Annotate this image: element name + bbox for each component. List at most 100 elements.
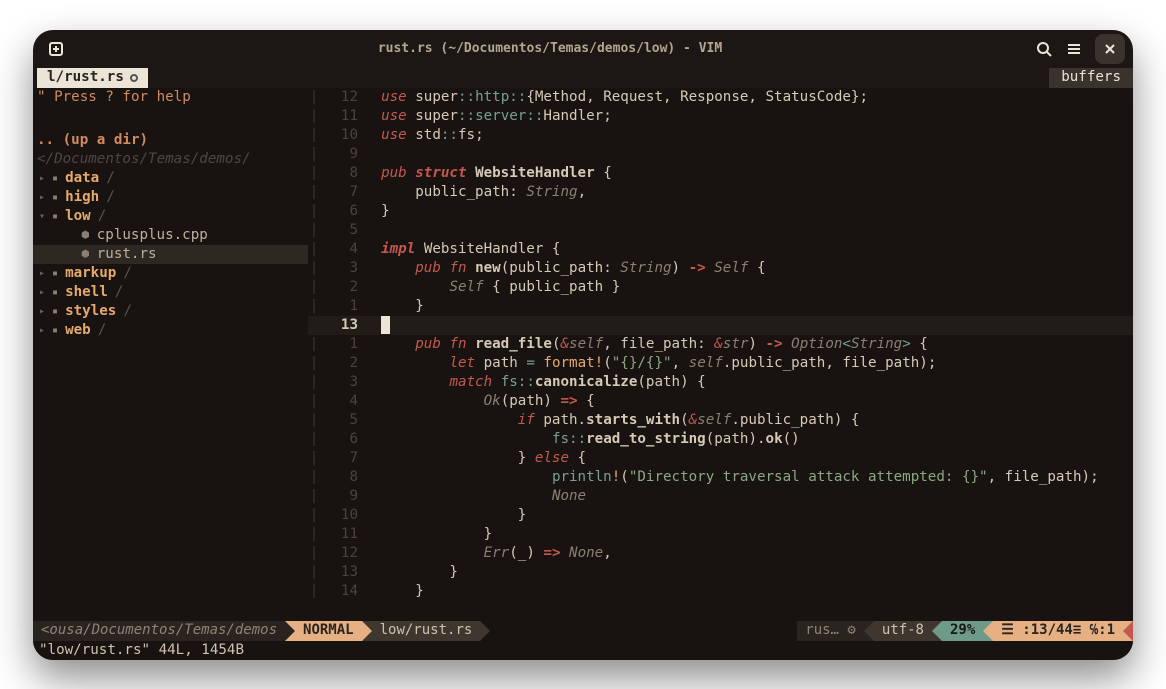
explorer-updir[interactable]: .. (up a dir): [33, 131, 308, 150]
folder-icon: ▪: [52, 188, 58, 207]
code-line[interactable]: |14 }: [308, 582, 1133, 601]
code-line[interactable]: |2 let path = format!("{}/{}", self.publ…: [308, 354, 1133, 373]
close-icon: [1101, 40, 1119, 58]
tab-current[interactable]: l/rust.rs: [37, 68, 148, 88]
line-number: 11: [320, 107, 364, 126]
status-encoding: utf-8: [874, 621, 932, 641]
line-number: 12: [320, 544, 364, 563]
code-line[interactable]: |4 impl WebsiteHandler {: [308, 240, 1133, 259]
separator-icon: [362, 621, 372, 641]
buffers-indicator[interactable]: buffers: [1049, 68, 1133, 88]
code-content: pub fn read_file(&self, file_path: &str)…: [381, 335, 928, 354]
code-editor[interactable]: |12 use super::http::{Method, Request, R…: [308, 88, 1133, 621]
line-number: 1: [320, 297, 364, 316]
code-line[interactable]: |6 }: [308, 202, 1133, 221]
code-line[interactable]: |10 }: [308, 506, 1133, 525]
code-content: use std::fs;: [381, 126, 484, 145]
file-icon: ⬢: [81, 226, 90, 245]
code-line[interactable]: |1 }: [308, 297, 1133, 316]
line-number: 8: [320, 468, 364, 487]
line-number: 6: [320, 202, 364, 221]
code-line[interactable]: |5: [308, 221, 1133, 240]
chevron-right-icon: ▸: [39, 302, 45, 321]
code-line[interactable]: |9 None: [308, 487, 1133, 506]
code-line[interactable]: |9: [308, 145, 1133, 164]
close-button[interactable]: [1095, 34, 1125, 64]
line-number: 5: [320, 221, 364, 240]
code-line[interactable]: |11 use super::server::Handler;: [308, 107, 1133, 126]
code-line[interactable]: |12 use super::http::{Method, Request, R…: [308, 88, 1133, 107]
chevron-right-icon: ▸: [39, 283, 45, 302]
line-number: 14: [320, 582, 364, 601]
folder-label: markup: [65, 264, 116, 283]
status-percent: 29%: [942, 621, 983, 641]
code-line[interactable]: |2 Self { public_path }: [308, 278, 1133, 297]
code-content: pub struct WebsiteHandler {: [381, 164, 612, 183]
folder-label: data: [65, 169, 99, 188]
folder-icon: ▪: [52, 207, 58, 226]
line-number: 13: [320, 563, 364, 582]
line-number: 11: [320, 525, 364, 544]
new-tab-button[interactable]: [41, 34, 71, 64]
tree-folder[interactable]: ▸▪styles/: [33, 302, 308, 321]
code-content: let path = format!("{}/{}", self.public_…: [381, 354, 936, 373]
tree-folder[interactable]: ▸▪data/: [33, 169, 308, 188]
chevron-right-icon: ▸: [39, 169, 45, 188]
code-line[interactable]: |5 if path.starts_with(&self.public_path…: [308, 411, 1133, 430]
tree-folder[interactable]: ▸▪shell/: [33, 283, 308, 302]
separator-icon: [285, 621, 295, 641]
code-line[interactable]: |7 } else {: [308, 449, 1133, 468]
folder-icon: ▪: [52, 264, 58, 283]
tree-file[interactable]: ⬢ rust.rs: [33, 245, 308, 264]
line-number: 4: [320, 240, 364, 259]
tree-file[interactable]: ⬢ cplusplus.cpp: [33, 226, 308, 245]
line-number: 4: [320, 392, 364, 411]
code-content: }: [381, 297, 424, 316]
code-content: Self { public_path }: [381, 278, 620, 297]
line-number: 3: [320, 259, 364, 278]
code-line[interactable]: |10 use std::fs;: [308, 126, 1133, 145]
code-line[interactable]: |1 pub fn read_file(&self, file_path: &s…: [308, 335, 1133, 354]
code-line[interactable]: |13 }: [308, 563, 1133, 582]
code-line[interactable]: |8 pub struct WebsiteHandler {: [308, 164, 1133, 183]
line-number: 2: [320, 278, 364, 297]
code-line[interactable]: |8 println!("Directory traversal attack …: [308, 468, 1133, 487]
vim-tabline: l/rust.rs buffers: [33, 68, 1133, 88]
vim-cmdline: "low/rust.rs" 44L, 1454B: [33, 641, 1133, 660]
folder-icon: ▪: [52, 283, 58, 302]
tree-folder[interactable]: ▾▪low/: [33, 207, 308, 226]
folder-icon: ▪: [52, 169, 58, 188]
code-line[interactable]: |11 }: [308, 525, 1133, 544]
line-number: 10: [320, 506, 364, 525]
code-line[interactable]: |4 Ok(path) => {: [308, 392, 1133, 411]
chevron-right-icon: ▸: [39, 264, 45, 283]
code-line[interactable]: |6 fs::read_to_string(path).ok(): [308, 430, 1133, 449]
code-line[interactable]: |3 match fs::canonicalize(path) {: [308, 373, 1133, 392]
tree-folder[interactable]: ▸▪web/: [33, 321, 308, 340]
separator-icon: [932, 621, 942, 641]
chevron-down-icon: ▾: [39, 207, 45, 226]
statusline: <ousa/Documentos/Temas/demos NORMAL low/…: [33, 621, 1133, 641]
tree-folder[interactable]: ▸▪high/: [33, 188, 308, 207]
code-line[interactable]: |3 pub fn new(public_path: String) -> Se…: [308, 259, 1133, 278]
separator-icon: [480, 621, 490, 641]
code-line[interactable]: |12 Err(_) => None,: [308, 544, 1133, 563]
modified-indicator-icon: [130, 74, 138, 82]
menu-icon: [1065, 40, 1083, 58]
tree-folder[interactable]: ▸▪markup/: [33, 264, 308, 283]
code-line[interactable]: |7 public_path: String,: [308, 183, 1133, 202]
status-filetype: rus… ⚙: [797, 621, 864, 641]
status-cwd: <ousa/Documentos/Temas/demos: [33, 621, 285, 641]
search-button[interactable]: [1029, 34, 1059, 64]
folder-label: styles: [65, 302, 116, 321]
code-content: Ok(path) => {: [381, 392, 595, 411]
chevron-right-icon: ▸: [39, 188, 45, 207]
explorer-cwd: </Documentos/Temas/demos/: [33, 150, 308, 169]
code-content: [381, 316, 390, 335]
code-content: fs::read_to_string(path).ok(): [381, 430, 800, 449]
code-line[interactable]: 13: [308, 316, 1133, 335]
menu-button[interactable]: [1059, 34, 1089, 64]
code-content: }: [381, 506, 526, 525]
file-explorer[interactable]: " Press ? for help .. (up a dir) </Docum…: [33, 88, 308, 621]
file-tree: ▸▪data/▸▪high/▾▪low/⬢ cplusplus.cpp⬢ rus…: [33, 169, 308, 340]
